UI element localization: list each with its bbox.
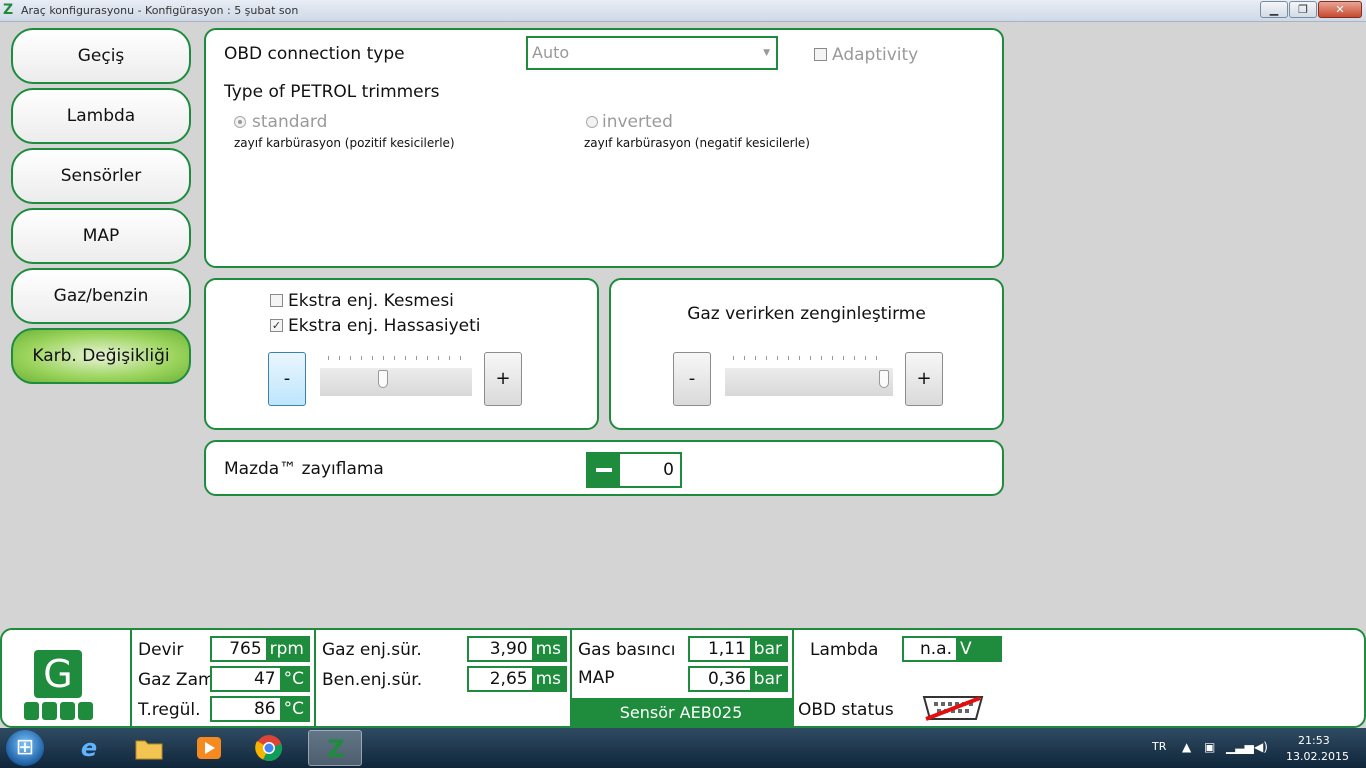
trimmers-type-label: Type of PETROL trimmers	[224, 82, 440, 102]
enrichment-panel: Gaz verirken zenginleştirme - +	[609, 278, 1004, 430]
slider-thumb[interactable]	[879, 370, 889, 388]
sensor-label: Sensör AEB025	[570, 698, 792, 728]
status-panel: G Devir 765 rpm Gaz Zam. 47 °C T.regül. 86…	[0, 628, 1366, 728]
start-button[interactable]	[6, 730, 44, 766]
standard-label: standard	[252, 112, 328, 132]
gaz-enj-readout: 3,90 ms	[467, 636, 567, 662]
taskbar-ie[interactable]: e	[62, 730, 116, 766]
sidebar-item-gaz-benzin[interactable]: Gaz/benzin	[11, 268, 191, 324]
obd-panel: OBD connection type Auto ▼ Adaptivity Ty…	[204, 28, 1004, 268]
chrome-icon	[255, 735, 283, 762]
obd-disconnected-icon	[922, 696, 984, 721]
sidebar-item-karb-degisikligi[interactable]: Karb. Değişikliği	[11, 328, 191, 384]
gaz-zam-label: Gaz Zam.	[138, 670, 220, 690]
sidebar-item-sensorler[interactable]: Sensörler	[11, 148, 191, 204]
status-dot-icon	[78, 702, 93, 720]
inverted-label: inverted	[602, 112, 673, 132]
gaz-enj-label: Gaz enj.sür.	[322, 640, 422, 660]
enrich-plus-button[interactable]: +	[905, 352, 943, 406]
extra-precision-label: Ekstra enj. Hassasiyeti	[288, 316, 481, 336]
lambda-label: Lambda	[810, 640, 879, 660]
adaptivity-checkbox[interactable]	[814, 48, 827, 61]
gas-pressure-readout: 1,11 bar	[688, 636, 788, 662]
mazda-stepper[interactable]: 0	[586, 452, 682, 488]
sidebar-item-gecis[interactable]: Geçiş	[11, 28, 191, 84]
minus-icon[interactable]	[588, 454, 620, 486]
tray-expand-icon[interactable]: ▲	[1182, 740, 1191, 754]
taskbar-chrome[interactable]	[242, 730, 296, 766]
extra-cut-label: Ekstra enj. Kesmesi	[288, 291, 454, 311]
g-logo-icon: G	[34, 650, 82, 698]
standard-radio[interactable]	[234, 116, 246, 128]
mazda-value: 0	[663, 460, 674, 480]
extra-injection-panel: Ekstra enj. Kesmesi ✓ Ekstra enj. Hassas…	[204, 278, 599, 430]
extra-plus-button[interactable]: +	[484, 352, 522, 406]
sidebar-item-lambda[interactable]: Lambda	[11, 88, 191, 144]
minimize-button[interactable]: ▁	[1260, 1, 1288, 18]
extra-precision-slider[interactable]	[320, 352, 472, 398]
slider-thumb[interactable]	[377, 370, 388, 388]
status-dot-icon	[42, 702, 57, 720]
ben-enj-readout: 2,65 ms	[467, 666, 567, 692]
map-readout: 0,36 bar	[688, 666, 788, 692]
device-icon[interactable]: ▣	[1204, 740, 1215, 754]
taskbar: e Z TR ▲ ▣ ▁▃▅ ◀) 21:53 13.02.2015	[0, 728, 1366, 768]
ie-icon: e	[80, 734, 98, 762]
close-button[interactable]: ✕	[1318, 1, 1362, 18]
volume-icon[interactable]: ◀)	[1254, 740, 1268, 754]
obd-connection-label: OBD connection type	[224, 44, 405, 64]
signal-icon[interactable]: ▁▃▅	[1226, 740, 1254, 754]
enrichment-title: Gaz verirken zenginleştirme	[687, 304, 926, 324]
taskbar-media-player[interactable]	[182, 730, 236, 766]
sidebar-item-map[interactable]: MAP	[11, 208, 191, 264]
inverted-radio[interactable]	[586, 116, 598, 128]
map-label: MAP	[578, 668, 615, 688]
inverted-description: zayıf karbürasyon (negatif kesicilerle)	[584, 136, 810, 150]
maximize-button[interactable]: ❐	[1289, 1, 1317, 18]
t-regul-label: T.regül.	[138, 700, 201, 720]
ben-enj-label: Ben.enj.sür.	[322, 670, 423, 690]
taskbar-zavoli[interactable]: Z	[308, 730, 362, 766]
obd-status-label: OBD status	[798, 700, 894, 720]
adaptivity-label: Adaptivity	[832, 45, 919, 65]
taskbar-explorer[interactable]	[122, 730, 176, 766]
obd-connection-select[interactable]: Auto ▼	[526, 36, 778, 70]
gaz-zam-readout: 47 °C	[210, 666, 310, 692]
lambda-readout: n.a. V	[902, 636, 1002, 662]
enrich-minus-button[interactable]: -	[673, 352, 711, 406]
extra-cut-checkbox[interactable]	[270, 294, 283, 307]
window-title: Araç konfigurasyonu - Konfigürasyon : 5 …	[21, 4, 299, 17]
enrichment-slider[interactable]	[725, 352, 893, 398]
mazda-panel: Mazda™ zayıflama 0	[204, 440, 1004, 496]
zavoli-icon: Z	[327, 735, 345, 763]
t-regul-readout: 86 °C	[210, 696, 310, 722]
mazda-label: Mazda™ zayıflama	[224, 459, 384, 479]
folder-icon	[135, 740, 163, 760]
chevron-down-icon: ▼	[763, 48, 770, 58]
devir-readout: 765 rpm	[210, 636, 310, 662]
status-dot-icon	[60, 702, 75, 720]
extra-minus-button[interactable]: -	[268, 352, 306, 406]
language-indicator[interactable]: TR	[1152, 740, 1166, 753]
standard-description: zayıf karbürasyon (pozitif kesicilerle)	[234, 136, 455, 150]
devir-label: Devir	[138, 640, 184, 660]
status-dot-icon	[24, 702, 39, 720]
clock-time[interactable]: 21:53	[1298, 734, 1330, 747]
extra-precision-checkbox[interactable]: ✓	[270, 319, 283, 332]
gas-pressure-label: Gas basıncı	[578, 640, 676, 660]
title-bar: Z Araç konfigurasyonu - Konfigürasyon : …	[0, 0, 1366, 22]
media-player-icon	[197, 737, 221, 759]
app-icon: Z	[3, 2, 14, 18]
clock-date[interactable]: 13.02.2015	[1286, 750, 1349, 763]
